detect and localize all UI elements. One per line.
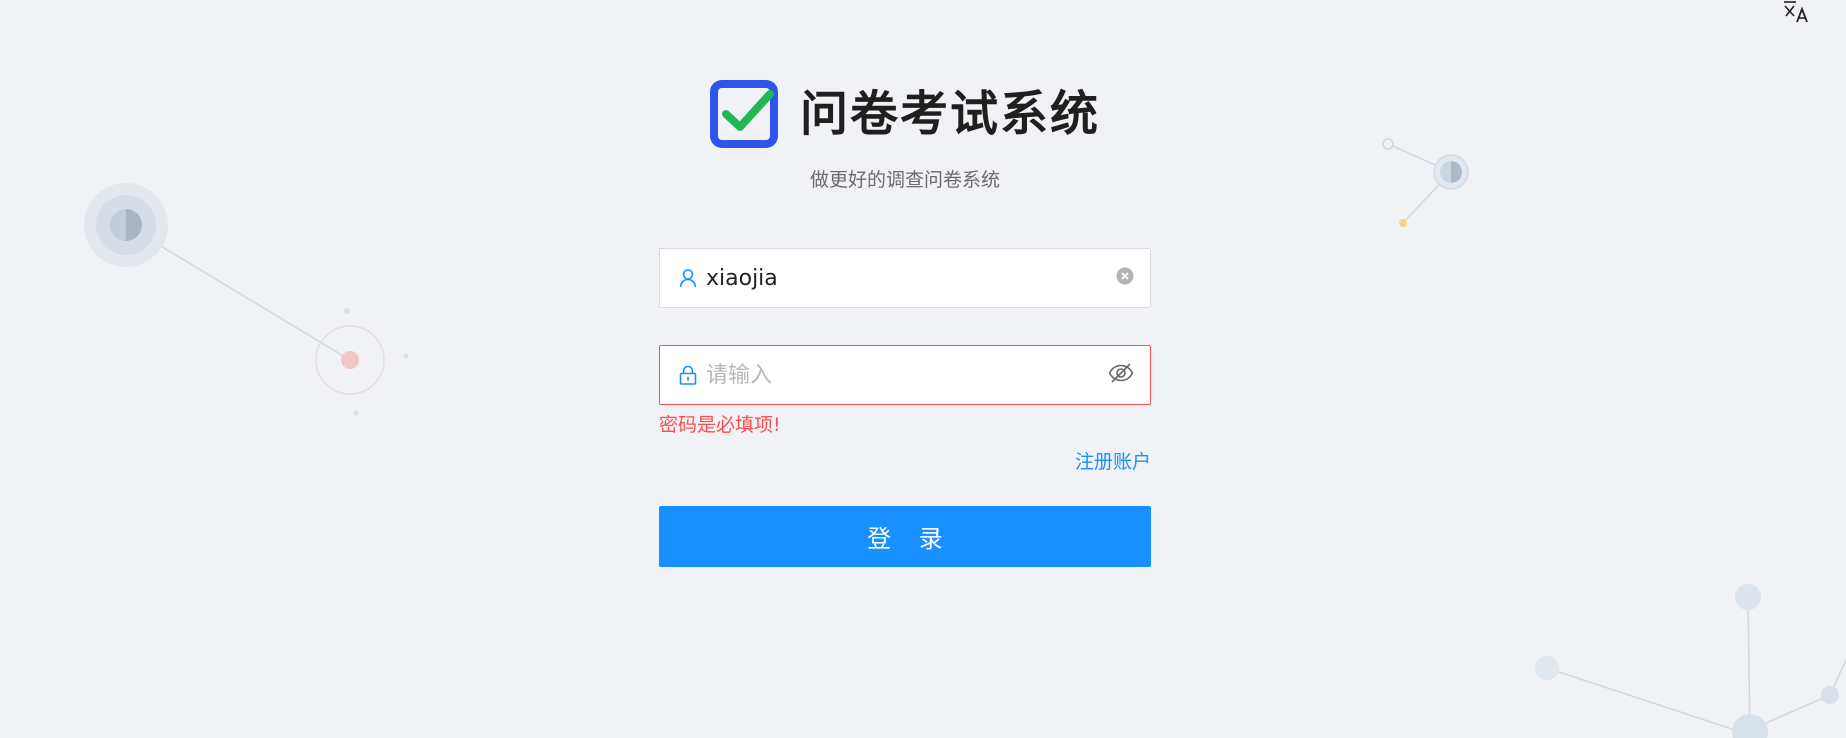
username-input[interactable] [706, 258, 1116, 298]
lock-icon [679, 365, 697, 385]
password-error-message: 密码是必填项! [659, 414, 781, 436]
eye-invisible-icon [1108, 363, 1134, 383]
register-link[interactable]: 注册账户 [1075, 451, 1151, 473]
password-field[interactable] [659, 345, 1151, 405]
password-input[interactable] [706, 355, 1108, 395]
brand-header: 问卷考试系统 [659, 80, 1151, 148]
translate-icon[interactable] [1782, 0, 1810, 24]
clear-icon [1116, 267, 1134, 285]
password-visibility-toggle[interactable] [1108, 362, 1134, 388]
app-title: 问卷考试系统 [799, 86, 1100, 142]
username-field[interactable] [659, 248, 1151, 308]
login-button[interactable]: 登 录 [659, 506, 1151, 567]
app-subtitle: 做更好的调查问卷系统 [809, 169, 1000, 191]
register-row: 注册账户 [659, 447, 1151, 477]
login-panel: 问卷考试系统 做更好的调查问卷系统 密 [659, 80, 1151, 567]
user-icon [679, 269, 697, 288]
checkbox-logo-icon [709, 80, 778, 148]
username-clear-button[interactable] [1116, 267, 1134, 289]
